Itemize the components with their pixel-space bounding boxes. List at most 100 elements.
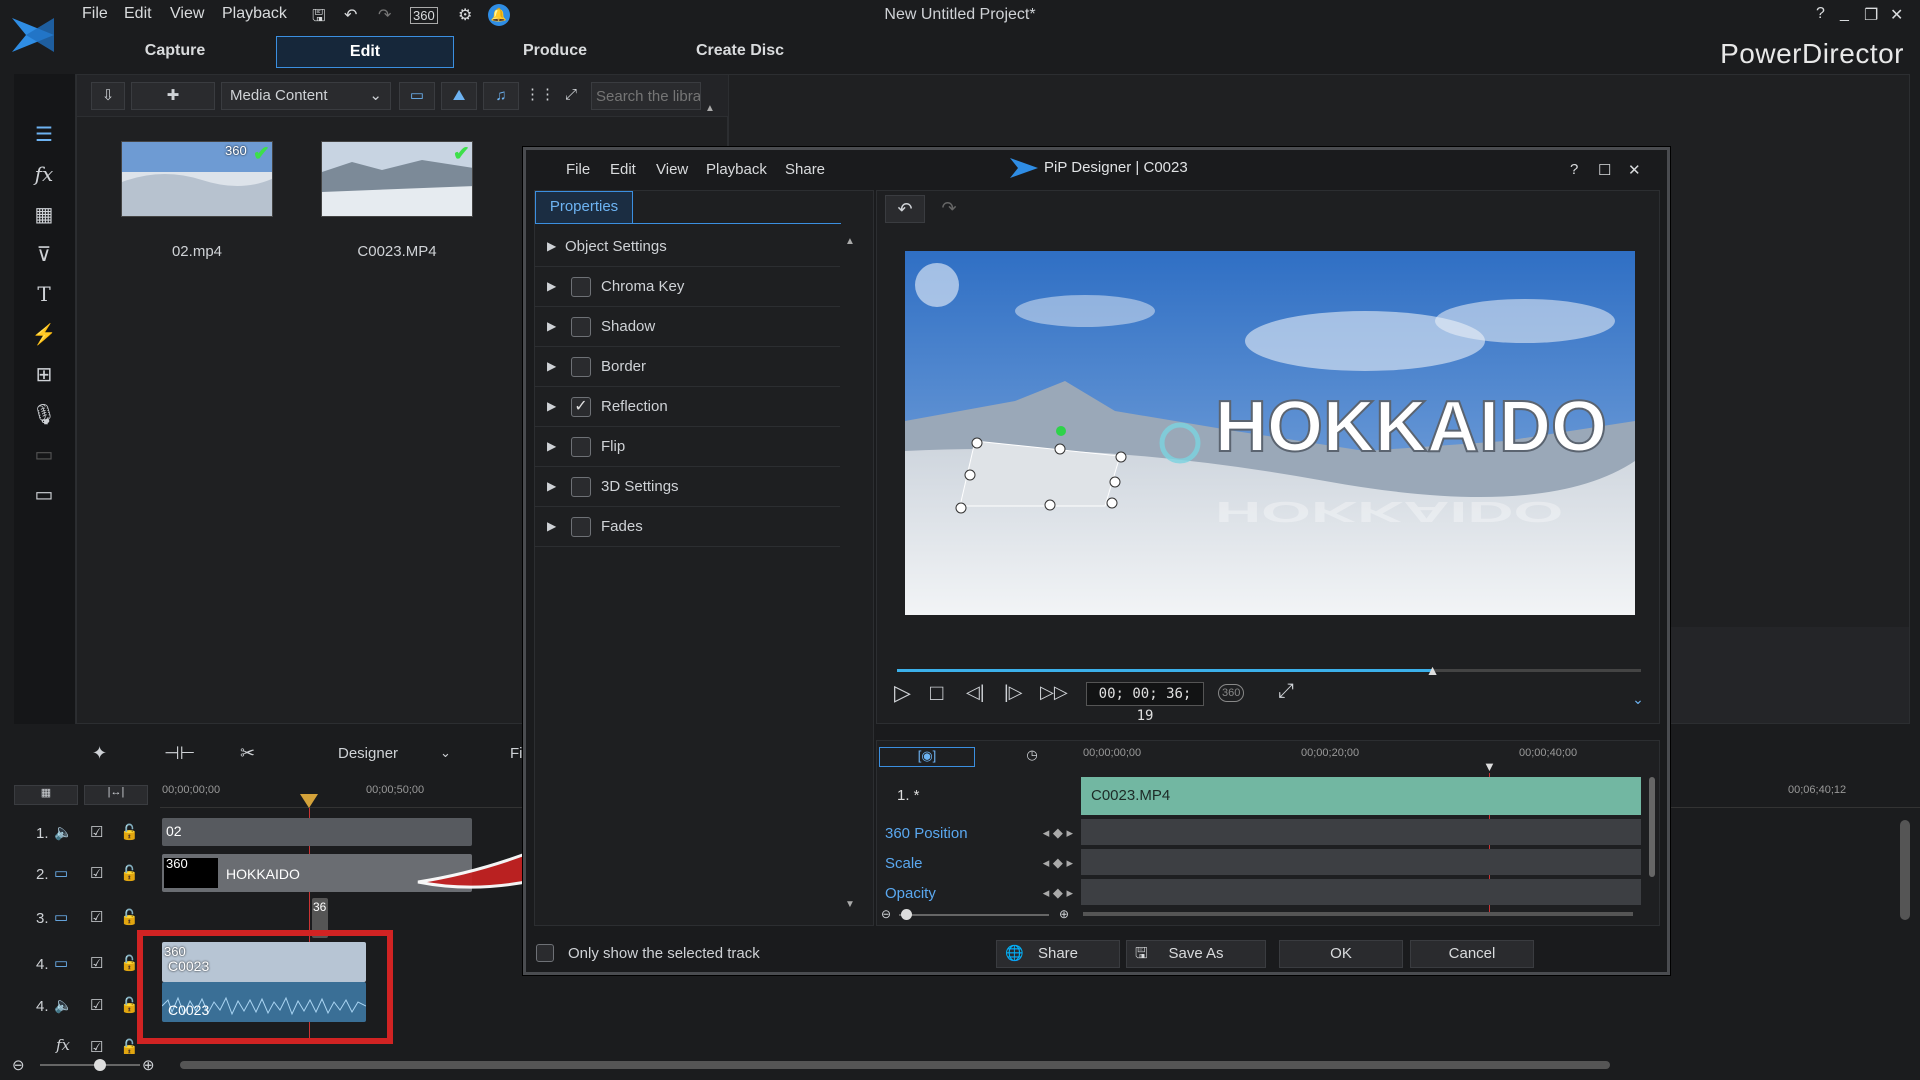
ok-button[interactable]: OK xyxy=(1279,940,1403,968)
scroll-up-icon[interactable]: ▲ xyxy=(845,236,855,247)
reflection-checkbox[interactable]: ✓ xyxy=(571,397,591,417)
360-view-icon[interactable]: 360 xyxy=(1218,684,1245,702)
scroll-up-icon[interactable]: ▲ xyxy=(705,103,715,114)
close-icon[interactable]: ✕ xyxy=(1628,161,1641,179)
track-enable-checkbox[interactable]: ☑ xyxy=(90,864,103,882)
magic-tools-icon[interactable]: ✦ xyxy=(92,743,107,764)
tab-create-disc[interactable]: Create Disc xyxy=(680,36,800,68)
pip-menu-share[interactable]: Share xyxy=(785,161,825,178)
menu-view[interactable]: View xyxy=(170,5,204,23)
fit-timeline-icon[interactable]: |↔| xyxy=(84,785,148,805)
vertical-scroll-thumb[interactable] xyxy=(1900,820,1910,920)
timecode-display[interactable]: 00; 00; 36; 19 xyxy=(1086,682,1204,724)
pip-zoom-handle[interactable] xyxy=(901,909,912,920)
fast-forward-icon[interactable]: ▷▷ xyxy=(1040,682,1068,703)
next-frame-icon[interactable]: |▷ xyxy=(1004,682,1023,703)
save-as-button[interactable]: 🖫 Save As xyxy=(1126,940,1266,968)
video-filter-icon[interactable]: ▭ xyxy=(399,82,435,110)
lock-icon[interactable]: 🔓 xyxy=(120,864,139,882)
pip-zoom-slider[interactable] xyxy=(899,914,1049,916)
chapter-icon[interactable]: ▭ xyxy=(30,442,58,470)
save-icon[interactable]: 🖫 xyxy=(312,5,326,32)
3d-settings-checkbox[interactable] xyxy=(571,477,591,497)
title-icon[interactable]: T xyxy=(30,282,58,310)
particle-icon[interactable]: ⊽ xyxy=(30,242,58,270)
keyframe-nav-icon[interactable]: ◂ ◆ ▸ xyxy=(1043,885,1073,901)
horizontal-scroll-thumb[interactable] xyxy=(180,1061,1610,1069)
video-preview[interactable]: HOKKAIDO HOKKAIDO xyxy=(905,251,1635,615)
prop-3d-settings[interactable]: ▶ 3D Settings xyxy=(535,467,840,507)
rotate-handle[interactable] xyxy=(1056,426,1066,436)
pip-menu-view[interactable]: View xyxy=(656,161,688,178)
pip-horizontal-scrollbar[interactable] xyxy=(1083,912,1633,916)
media-room-icon[interactable]: ☰ xyxy=(30,122,58,150)
scroll-down-icon[interactable]: ▼ xyxy=(845,899,855,910)
audio-mixing-icon[interactable]: ⊞ xyxy=(30,362,58,390)
image-filter-icon[interactable]: ⛰ xyxy=(441,82,477,110)
minimize-icon[interactable]: _ xyxy=(1840,5,1849,23)
menu-playback[interactable]: Playback xyxy=(222,5,287,23)
clock-tab-icon[interactable]: ◷ xyxy=(987,747,1077,767)
share-button[interactable]: 🌐 Share xyxy=(996,940,1120,968)
tab-capture[interactable]: Capture xyxy=(120,36,230,68)
pip-objects-icon[interactable]: ▦ xyxy=(30,202,58,230)
help-icon[interactable]: ? xyxy=(1570,161,1578,178)
keyframe-lane-360-position[interactable] xyxy=(1081,819,1641,845)
pip-clip-c0023[interactable]: C0023.MP4 xyxy=(1081,777,1641,815)
fx-room-icon[interactable]: fx xyxy=(30,162,58,190)
grid-view-icon[interactable]: ⋮⋮ xyxy=(525,82,555,110)
fades-checkbox[interactable] xyxy=(571,517,591,537)
media-thumb-02[interactable] xyxy=(121,141,273,217)
maximize-icon[interactable]: ☐ xyxy=(1598,161,1611,179)
lock-icon[interactable]: 🔓 xyxy=(120,823,139,841)
zoom-out-icon[interactable]: ⊖ xyxy=(881,907,891,921)
timeline-scrollbar[interactable]: ⊖ ⊕ xyxy=(0,1054,1920,1076)
help-icon[interactable]: ? xyxy=(1816,5,1825,23)
subtitle-icon[interactable]: ▭ xyxy=(30,482,58,510)
keyframe-lane-scale[interactable] xyxy=(1081,849,1641,875)
prop-flip[interactable]: ▶ Flip xyxy=(535,427,840,467)
media-content-dropdown[interactable]: Media Content ⌄ xyxy=(221,82,391,110)
keyframe-lane-opacity[interactable] xyxy=(1081,879,1641,905)
stop-icon[interactable]: □ xyxy=(930,680,943,706)
close-icon[interactable]: ✕ xyxy=(1890,5,1903,25)
audio-filter-icon[interactable]: ♫ xyxy=(483,82,519,110)
menu-edit[interactable]: Edit xyxy=(124,5,152,23)
tab-edit[interactable]: Edit xyxy=(276,36,454,68)
menu-file[interactable]: File xyxy=(82,5,108,23)
undo-icon[interactable]: ↶ xyxy=(885,195,925,223)
prop-fades[interactable]: ▶ Fades xyxy=(535,507,840,547)
pip-menu-edit[interactable]: Edit xyxy=(610,161,636,178)
voiceover-mic-icon[interactable]: 🎙 xyxy=(30,402,58,430)
pip-vertical-scrollbar[interactable] xyxy=(1649,777,1655,877)
keyframe-nav-icon[interactable]: ◂ ◆ ▸ xyxy=(1043,855,1073,871)
zoom-in-icon[interactable]: ⊕ xyxy=(1059,907,1069,921)
prop-chroma-key[interactable]: ▶ Chroma Key xyxy=(535,267,840,307)
track-enable-checkbox[interactable]: ☑ xyxy=(90,996,103,1014)
360-navigation-icon[interactable] xyxy=(915,263,959,307)
prop-object-settings[interactable]: ▶ Object Settings xyxy=(535,227,840,267)
tab-properties[interactable]: Properties xyxy=(535,191,633,223)
designer-dropdown[interactable]: Designer xyxy=(338,745,398,762)
prop-shadow[interactable]: ▶ Shadow xyxy=(535,307,840,347)
zoom-slider-handle[interactable] xyxy=(94,1059,106,1071)
chroma-key-checkbox[interactable] xyxy=(571,277,591,297)
pip-menu-playback[interactable]: Playback xyxy=(706,161,767,178)
properties-scrollbar[interactable]: ▲ ▼ xyxy=(845,231,855,911)
seek-bar[interactable] xyxy=(897,669,1641,672)
seek-handle-icon[interactable]: ▲ xyxy=(1426,662,1440,678)
keyframe-tab-icon[interactable]: [◉] xyxy=(879,747,975,767)
plugins-puzzle-icon[interactable]: ✚ xyxy=(131,82,215,110)
notification-bell-icon[interactable]: 🔔 xyxy=(488,4,510,26)
restore-icon[interactable]: ❐ xyxy=(1864,5,1878,25)
split-insert-icon[interactable]: ⊣⊢ xyxy=(164,743,195,764)
media-thumb-c0023[interactable] xyxy=(321,141,473,217)
cancel-button[interactable]: Cancel xyxy=(1410,940,1534,968)
track-enable-checkbox[interactable]: ☑ xyxy=(90,908,103,926)
zoom-in-icon[interactable]: ⊕ xyxy=(142,1056,155,1074)
scissors-icon[interactable]: ✂ xyxy=(240,743,255,764)
track-enable-checkbox[interactable]: ☑ xyxy=(90,823,103,841)
track-enable-checkbox[interactable]: ☑ xyxy=(90,954,103,972)
360-view-icon[interactable]: 360 xyxy=(410,7,438,24)
transition-icon[interactable]: ⚡ xyxy=(30,322,58,350)
